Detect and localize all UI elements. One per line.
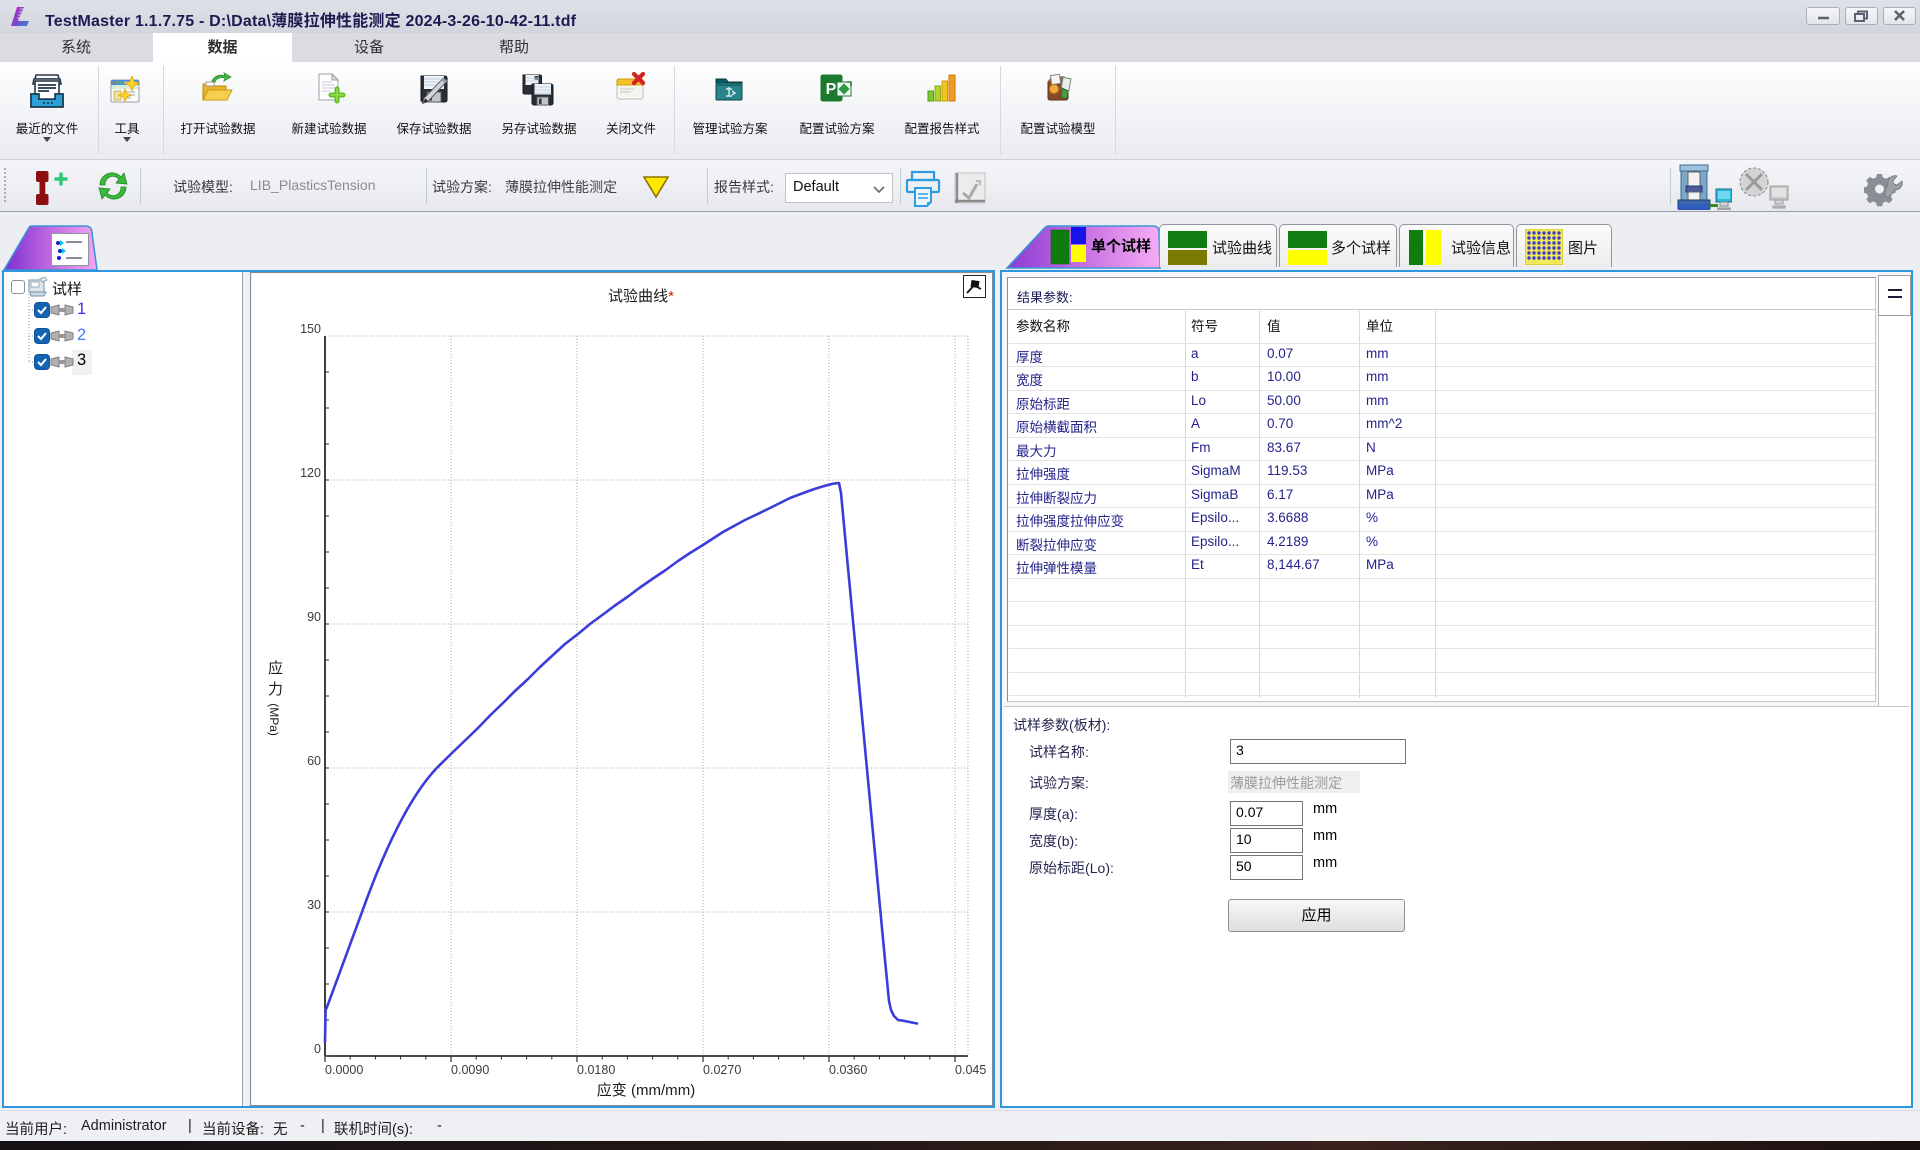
svg-text:P: P: [826, 81, 837, 98]
svg-text:试验曲线*: 试验曲线*: [608, 288, 674, 305]
svg-text:90: 90: [307, 610, 321, 624]
svg-text:0.0360: 0.0360: [829, 1063, 867, 1077]
svg-text:0.0000: 0.0000: [325, 1063, 363, 1077]
svg-text:0.045: 0.045: [955, 1063, 986, 1077]
svg-text:60: 60: [307, 754, 321, 768]
svg-text:0.0180: 0.0180: [577, 1063, 615, 1077]
svg-text:应变 (mm/mm): 应变 (mm/mm): [597, 1081, 695, 1099]
svg-text:120: 120: [300, 466, 321, 480]
svg-text:150: 150: [300, 322, 321, 336]
svg-text:0.0270: 0.0270: [703, 1063, 741, 1077]
svg-text:30: 30: [307, 898, 321, 912]
svg-text:单个试样: 单个试样: [1091, 237, 1151, 255]
svg-text:0.0090: 0.0090: [451, 1063, 489, 1077]
svg-text:0: 0: [314, 1042, 321, 1056]
